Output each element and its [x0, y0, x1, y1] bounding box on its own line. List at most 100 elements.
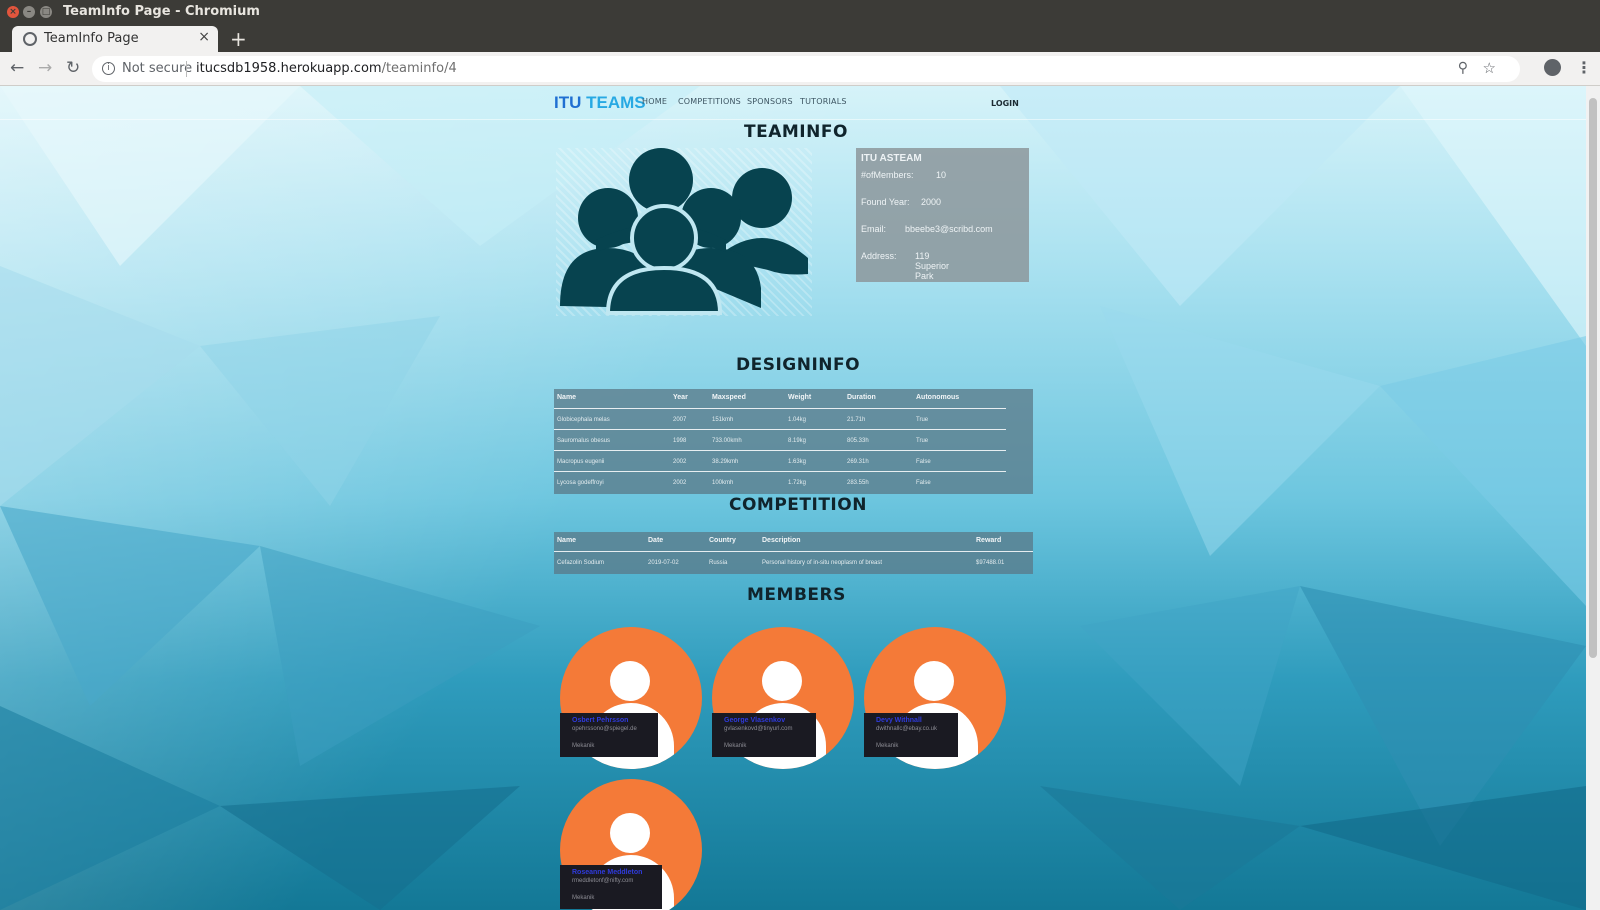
members-count-value: 10: [936, 170, 947, 180]
tab-close-icon[interactable]: ×: [198, 29, 210, 45]
design-cell: 2007: [673, 417, 687, 423]
competition-divider: [554, 551, 1033, 552]
design-cell: 283.55h: [847, 480, 869, 486]
vertical-scrollbar[interactable]: [1586, 86, 1600, 910]
design-cell: Globicephala melas: [557, 417, 610, 423]
team-icon: [556, 148, 812, 316]
back-icon[interactable]: ←: [10, 58, 24, 78]
design-cell: True: [916, 417, 929, 423]
members-count-row: #ofMembers: 10: [861, 170, 946, 180]
design-cell: 2002: [673, 459, 687, 465]
window-close-button[interactable]: ×: [7, 6, 19, 18]
competition-header-reward: Reward: [976, 537, 1002, 544]
zoom-icon[interactable]: ⚲: [1458, 60, 1468, 76]
tab-title: TeamInfo Page: [44, 31, 139, 46]
site-brand[interactable]: ITU TEAMS: [554, 93, 646, 113]
member-name[interactable]: Devy Withnall: [876, 717, 922, 724]
bookmark-star-icon[interactable]: ☆: [1483, 59, 1496, 77]
member-email: dwithnallc@ebay.co.uk: [876, 726, 938, 732]
person-head-icon: [610, 661, 650, 701]
competition-header-description: Description: [762, 537, 801, 544]
members-title: MEMBERS: [747, 585, 846, 605]
design-cell: True: [916, 438, 929, 444]
url-host: itucsdb1958.herokuapp.com: [196, 61, 382, 76]
design-table: Name Year Maxspeed Weight Duration Auton…: [554, 389, 1033, 494]
design-divider: [554, 450, 1006, 451]
designinfo-title: DESIGNINFO: [736, 355, 861, 375]
brand-part-2: TEAMS: [586, 93, 646, 112]
competition-table: Name Date Country Description Reward Cef…: [554, 532, 1033, 574]
design-cell: False: [916, 459, 931, 465]
found-year-row: Found Year: 2000: [861, 197, 941, 207]
competition-header-country: Country: [709, 537, 736, 544]
menu-icon[interactable]: ⋮: [1576, 58, 1592, 77]
team-name: ITU ASTEAM: [861, 153, 922, 164]
nav-home[interactable]: HOME: [642, 97, 667, 106]
design-cell: 1.63kg: [788, 459, 807, 465]
member-role: Mekanik: [572, 895, 595, 901]
design-cell: 38.29kmh: [712, 459, 739, 465]
reload-icon[interactable]: ↻: [66, 58, 80, 78]
forward-icon[interactable]: →: [38, 58, 52, 78]
browser-toolbar: ← → ↻ i Not secure itucsdb1958.herokuapp…: [0, 52, 1600, 86]
competition-cell: $97488.01: [976, 560, 1005, 566]
member-card[interactable]: Devy Withnall dwithnallc@ebay.co.uk Meka…: [864, 627, 1006, 769]
member-role: Mekanik: [572, 743, 595, 749]
member-card[interactable]: Osbert Pehrsson opehrssono@spiegel.de Me…: [560, 627, 702, 769]
address-row: Address: 119 Superior Park: [861, 251, 949, 281]
email-label: Email:: [861, 224, 887, 234]
member-role: Mekanik: [724, 743, 747, 749]
member-info: Osbert Pehrsson opehrssono@spiegel.de Me…: [560, 713, 658, 757]
design-cell: 805.33h: [847, 438, 869, 444]
member-info: George Vlasenkov gvlasenkovd@tinyurl.com…: [712, 713, 816, 757]
page-viewport: ITU TEAMS HOME COMPETITIONS SPONSORS TUT…: [0, 86, 1600, 910]
email-row: Email: bbeebe3@scribd.com: [861, 224, 993, 234]
nav-tutorials[interactable]: TUTORIALS: [800, 97, 847, 106]
design-cell: 733.00kmh: [712, 438, 742, 444]
browser-tab[interactable]: TeamInfo Page ×: [12, 26, 218, 52]
design-cell: 2002: [673, 480, 687, 486]
account-icon[interactable]: [1544, 59, 1561, 76]
member-email: opehrssono@spiegel.de: [572, 726, 637, 732]
scrollbar-thumb[interactable]: [1589, 98, 1597, 658]
login-link[interactable]: LOGIN: [991, 99, 1019, 108]
design-header-maxspeed: Maxspeed: [712, 394, 746, 401]
design-cell: 151kmh: [712, 417, 734, 423]
member-email: rmeddletonf@nifty.com: [572, 878, 634, 884]
member-name[interactable]: Roseanne Meddleton: [572, 869, 642, 876]
brand-part-1: ITU: [554, 93, 587, 112]
competition-title: COMPETITION: [729, 495, 867, 515]
address-bar[interactable]: i Not secure itucsdb1958.herokuapp.com/t…: [92, 56, 1520, 82]
window-maximize-button[interactable]: □: [40, 6, 52, 18]
url-text[interactable]: itucsdb1958.herokuapp.com/teaminfo/4: [196, 61, 457, 76]
member-card[interactable]: Roseanne Meddleton rmeddletonf@nifty.com…: [560, 779, 702, 910]
design-header-year: Year: [673, 394, 688, 401]
member-name[interactable]: George Vlasenkov: [724, 717, 785, 724]
competition-cell: 2019-07-02: [648, 560, 679, 566]
nav-sponsors[interactable]: SPONSORS: [747, 97, 793, 106]
competition-cell: Russia: [709, 560, 728, 566]
address-value: 119 Superior Park: [915, 251, 950, 281]
address-label: Address:: [861, 251, 897, 261]
found-year-label: Found Year:: [861, 197, 910, 207]
competition-cell: Personal history of in-situ neoplasm of …: [762, 560, 883, 566]
member-card[interactable]: George Vlasenkov gvlasenkovd@tinyurl.com…: [712, 627, 854, 769]
teaminfo-title: TEAMINFO: [744, 122, 848, 142]
design-cell: Lycosa godeffroyi: [557, 480, 604, 486]
design-cell: Sauromalus obesus: [557, 438, 611, 444]
design-cell: 21.71h: [847, 417, 866, 423]
found-year-value: 2000: [921, 197, 942, 207]
member-info: Devy Withnall dwithnallc@ebay.co.uk Meka…: [864, 713, 958, 757]
design-cell: 269.31h: [847, 459, 869, 465]
info-icon[interactable]: i: [102, 62, 115, 75]
window-minimize-button[interactable]: –: [23, 6, 35, 18]
address-separator: [186, 61, 187, 77]
site-navbar: ITU TEAMS HOME COMPETITIONS SPONSORS TUT…: [0, 86, 1586, 120]
design-cell: 8.19kg: [788, 438, 807, 444]
nav-competitions[interactable]: COMPETITIONS: [678, 97, 741, 106]
design-header-name: Name: [557, 394, 577, 401]
new-tab-button[interactable]: +: [230, 27, 247, 51]
member-name[interactable]: Osbert Pehrsson: [572, 717, 628, 724]
competition-cell: Cefazolin Sodium: [557, 560, 605, 566]
design-cell: 1998: [673, 438, 687, 444]
